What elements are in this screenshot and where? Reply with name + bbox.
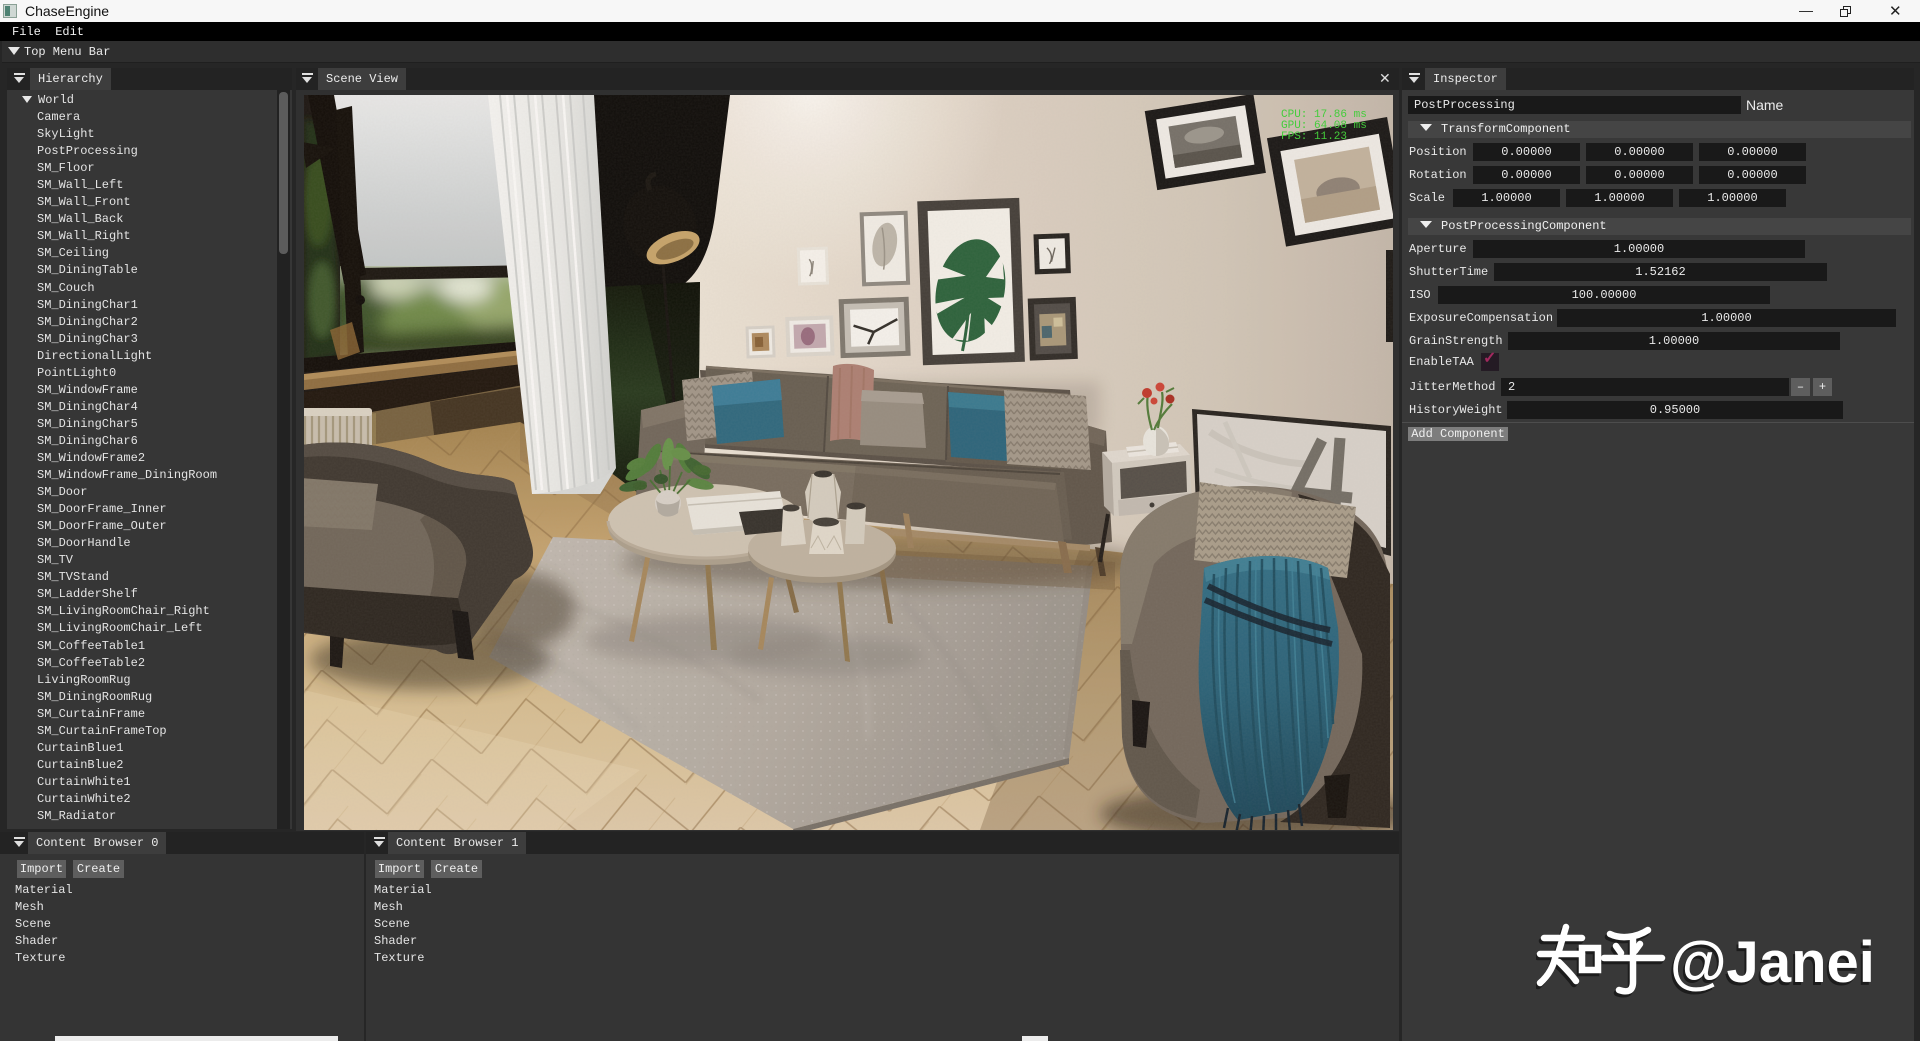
svg-text:@Janei: @Janei	[1670, 930, 1875, 995]
